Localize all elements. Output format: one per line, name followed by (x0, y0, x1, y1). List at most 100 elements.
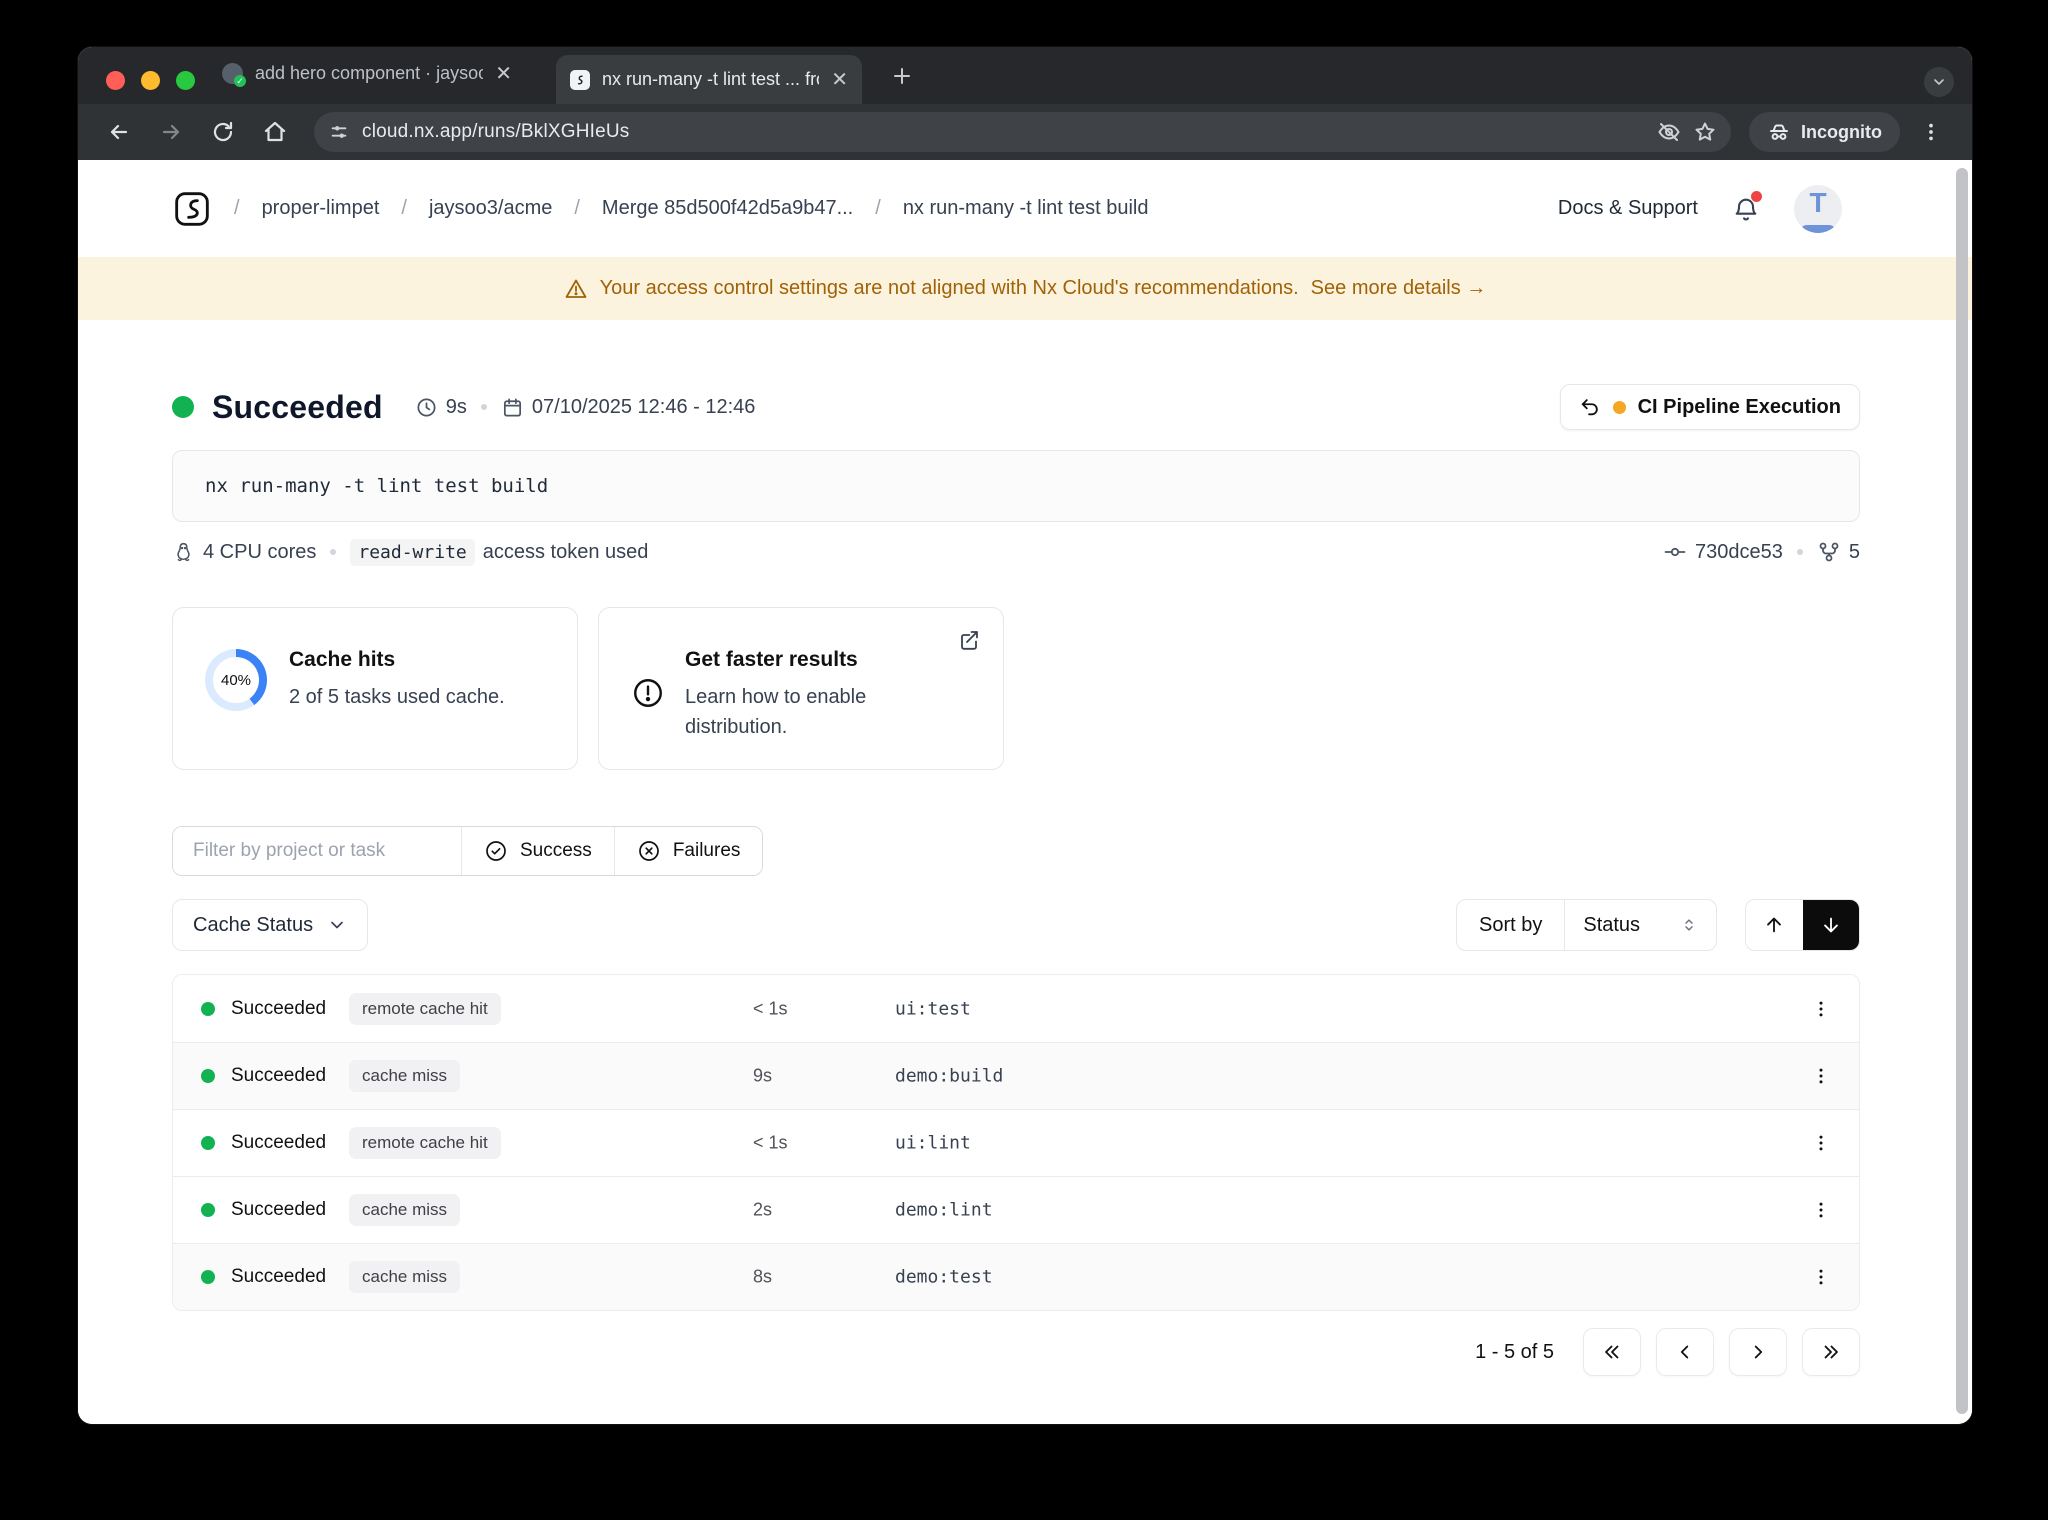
table-row[interactable]: Succeeded remote cache hit < 1s ui:test (173, 975, 1859, 1042)
separator-dot (480, 404, 487, 410)
forward-button[interactable] (150, 111, 192, 153)
row-task[interactable]: ui:test (895, 998, 971, 1019)
maximize-window-button[interactable] (176, 71, 195, 90)
faster-results-title: Get faster results (685, 648, 858, 671)
breadcrumb-run[interactable]: nx run-many -t lint test build (903, 197, 1149, 220)
list-controls: Cache Status Sort by Status (172, 899, 1860, 951)
row-status: Succeeded (231, 997, 327, 1019)
home-button[interactable] (254, 111, 296, 153)
nx-cloud-favicon (570, 69, 590, 90)
breadcrumb-merge[interactable]: Merge 85d500f42d5a9b47... (602, 197, 853, 220)
breadcrumb-repo[interactable]: jaysoo3/acme (429, 197, 552, 220)
sort-ascending-button[interactable] (1746, 900, 1803, 950)
row-task[interactable]: demo:lint (895, 1200, 993, 1221)
table-row[interactable]: Succeeded remote cache hit < 1s ui:lint (173, 1109, 1859, 1176)
page-scrollbar[interactable] (1956, 168, 1968, 1414)
table-row[interactable]: Succeeded cache miss 9s demo:build (173, 1042, 1859, 1109)
success-filter-button[interactable]: Success (461, 827, 614, 875)
row-status-dot (201, 1001, 215, 1016)
row-status-dot (201, 1136, 215, 1150)
row-duration: 8s (753, 1266, 773, 1287)
filter-input[interactable] (173, 827, 461, 875)
table-row[interactable]: Succeeded cache miss 2s demo:lint (173, 1176, 1859, 1243)
close-window-button[interactable] (106, 71, 125, 90)
nx-logo-icon[interactable] (172, 189, 212, 229)
external-link-icon[interactable] (957, 628, 981, 652)
cache-hit-donut: 40% (205, 649, 267, 711)
chevrons-right-icon (1824, 1345, 1838, 1359)
close-tab-icon[interactable]: ✕ (495, 61, 512, 86)
cache-hits-card[interactable]: 40% Cache hits 2 of 5 tasks used cache. (172, 607, 578, 770)
row-task[interactable]: demo:build (895, 1066, 1003, 1087)
access-control-banner: Your access control settings are not ali… (78, 257, 1972, 320)
breadcrumb-separator: / (401, 197, 407, 219)
run-status-title: Succeeded (212, 388, 383, 425)
sort-descending-button[interactable] (1802, 900, 1859, 950)
faster-results-subtitle: Learn how to enable distribution. (685, 686, 867, 738)
sort-by-label: Sort by (1479, 913, 1543, 936)
docs-support-link[interactable]: Docs & Support (1558, 197, 1698, 220)
row-status: Succeeded (231, 1266, 327, 1287)
chevron-left-icon (1680, 1345, 1689, 1359)
tab-search-button[interactable] (1924, 67, 1954, 97)
user-avatar[interactable]: T (1794, 184, 1842, 233)
site-settings-icon[interactable] (328, 121, 350, 143)
cache-badge: remote cache hit (349, 992, 501, 1025)
pr-avatar-favicon: ✓ (222, 63, 246, 87)
reload-button[interactable] (202, 111, 244, 153)
tab-title: nx run-many -t lint test ... fro (602, 69, 820, 89)
next-page-button[interactable] (1729, 1328, 1787, 1376)
status-dot (172, 396, 194, 418)
related-runs-count[interactable]: 5 (1849, 541, 1860, 564)
url-text[interactable]: cloud.nx.app/runs/BklXGHIeUs (362, 121, 1645, 143)
incognito-badge: Incognito (1749, 112, 1900, 152)
banner-details-link[interactable]: See more details → (1311, 277, 1487, 300)
chevrons-left-icon (1605, 1345, 1619, 1359)
table-row[interactable]: Succeeded cache miss 8s demo:test (173, 1243, 1859, 1310)
breadcrumb-workspace[interactable]: proper-limpet (262, 197, 380, 220)
first-page-button[interactable] (1583, 1328, 1641, 1376)
sort-value: Status (1583, 913, 1641, 936)
row-menu-button[interactable] (1811, 1133, 1831, 1153)
warning-icon (565, 279, 587, 298)
calendar-icon (501, 396, 524, 419)
previous-page-button[interactable] (1656, 1328, 1714, 1376)
row-menu-button[interactable] (1811, 1066, 1831, 1086)
commit-sha[interactable]: 730dce53 (1695, 541, 1783, 564)
row-status-dot (201, 1203, 215, 1217)
page-header: / proper-limpet / jaysoo3/acme / Merge 8… (78, 160, 1972, 257)
row-menu-button[interactable] (1811, 1200, 1831, 1220)
browser-menu-button[interactable] (1910, 111, 1952, 153)
failures-filter-button[interactable]: Failures (613, 827, 763, 875)
new-tab-button[interactable] (890, 64, 914, 88)
row-menu-button[interactable] (1811, 1267, 1831, 1287)
row-status: Succeeded (231, 1132, 327, 1153)
minimize-window-button[interactable] (141, 71, 160, 90)
address-bar[interactable]: cloud.nx.app/runs/BklXGHIeUs (314, 112, 1732, 152)
back-button[interactable] (98, 111, 140, 153)
close-tab-icon[interactable]: ✕ (831, 67, 848, 92)
ci-pipeline-execution-button[interactable]: CI Pipeline Execution (1559, 384, 1860, 430)
x-circle-icon (638, 841, 659, 861)
cache-badge: cache miss (349, 1060, 461, 1092)
notifications-button[interactable] (1732, 190, 1762, 223)
eye-slash-icon[interactable] (1657, 120, 1681, 144)
last-page-button[interactable] (1802, 1328, 1860, 1376)
cache-status-dropdown[interactable]: Cache Status (172, 899, 369, 951)
faster-results-card[interactable]: Get faster results Learn how to enable d… (598, 607, 1004, 770)
row-task[interactable]: ui:lint (895, 1133, 971, 1154)
alert-circle-icon (631, 676, 665, 742)
cache-badge: remote cache hit (349, 1127, 501, 1159)
row-duration: < 1s (753, 1132, 788, 1153)
sort-select[interactable]: Status (1564, 900, 1716, 950)
cpu-cores: 4 CPU cores (203, 540, 317, 563)
tab-nx-run[interactable]: nx run-many -t lint test ... fro ✕ (556, 55, 862, 104)
tab-strip: ✓ add hero component · jaysoo ✕ nx run-m… (78, 47, 1972, 104)
nx-cloud-page: / proper-limpet / jaysoo3/acme / Merge 8… (78, 160, 1972, 1424)
commit-icon (1663, 540, 1687, 564)
row-task[interactable]: demo:test (895, 1267, 993, 1288)
row-menu-button[interactable] (1811, 999, 1831, 1019)
tab-add-hero-component[interactable]: ✓ add hero component · jaysoo ✕ (222, 61, 512, 87)
pagination: 1 - 5 of 5 (172, 1328, 1860, 1376)
bookmark-star-icon[interactable] (1693, 120, 1717, 144)
